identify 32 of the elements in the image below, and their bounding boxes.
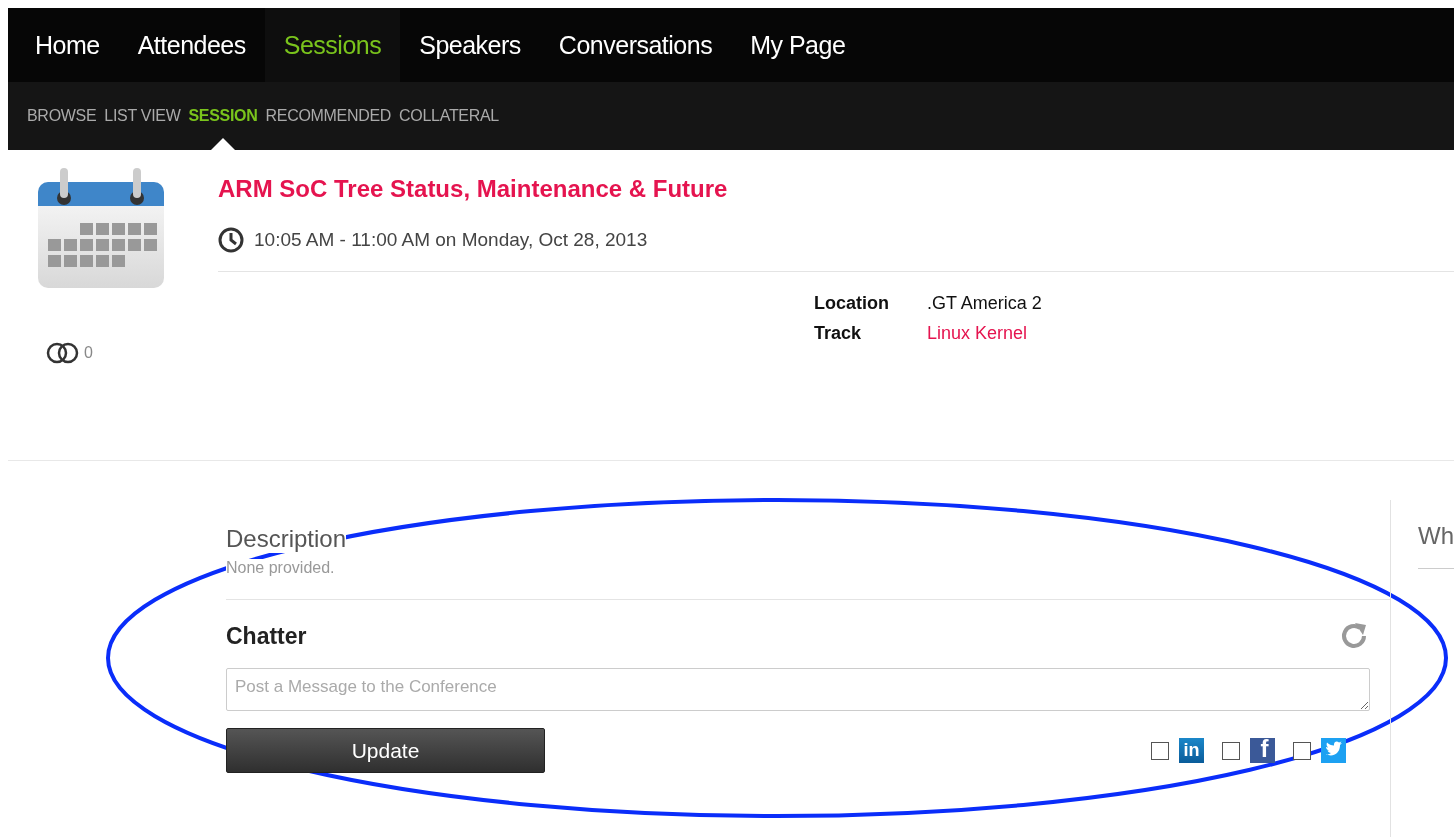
checkbox[interactable] bbox=[1222, 741, 1240, 760]
rings-icon bbox=[46, 342, 80, 364]
nav-tab[interactable]: Speakers bbox=[400, 8, 540, 82]
sub-nav-tab[interactable]: LIST VIEW bbox=[104, 82, 181, 150]
track-link[interactable]: Linux Kernel bbox=[927, 323, 1042, 344]
nav-tab[interactable]: Sessions bbox=[264, 8, 401, 82]
sub-nav-tab[interactable]: BROWSE bbox=[27, 82, 97, 150]
message-field[interactable]: Post a Message to the Conference bbox=[226, 668, 1370, 711]
sub-nav-tab[interactable]: SESSION bbox=[188, 82, 258, 150]
nav-tab[interactable]: My Page bbox=[731, 8, 865, 82]
update-button[interactable]: Update bbox=[226, 728, 545, 773]
bird-icon[interactable] bbox=[1321, 738, 1346, 763]
facebook-icon[interactable]: f bbox=[1250, 738, 1275, 763]
detail-label: Location bbox=[814, 293, 890, 314]
nav-tab[interactable]: Attendees bbox=[118, 8, 265, 82]
checkbox[interactable] bbox=[1293, 741, 1311, 760]
description-text: None provided. bbox=[226, 559, 335, 577]
session-title: ARM SoC Tree Status, Maintenance & Future bbox=[218, 175, 729, 203]
chatter-heading: Chatter bbox=[226, 622, 307, 650]
linkedin-icon[interactable]: in bbox=[1179, 738, 1204, 763]
panel-heading: Wh bbox=[1418, 522, 1454, 550]
attendee-count: 0 bbox=[84, 344, 93, 362]
checkbox[interactable] bbox=[1151, 741, 1169, 760]
detail-label: Track bbox=[814, 323, 863, 344]
pointer-icon bbox=[211, 138, 235, 150]
nav-tab[interactable]: Conversations bbox=[539, 8, 732, 82]
session-time: 10:05 AM - 11:00 AM on Monday, Oct 28, 2013 bbox=[254, 229, 648, 251]
detail-value: .GT America 2 bbox=[927, 293, 1042, 314]
nav-tab[interactable]: Home bbox=[16, 8, 119, 82]
clock-icon bbox=[218, 227, 244, 253]
sub-nav-tab[interactable]: RECOMMENDED bbox=[265, 82, 392, 150]
sub-nav-tab[interactable]: COLLATERAL bbox=[399, 82, 499, 150]
